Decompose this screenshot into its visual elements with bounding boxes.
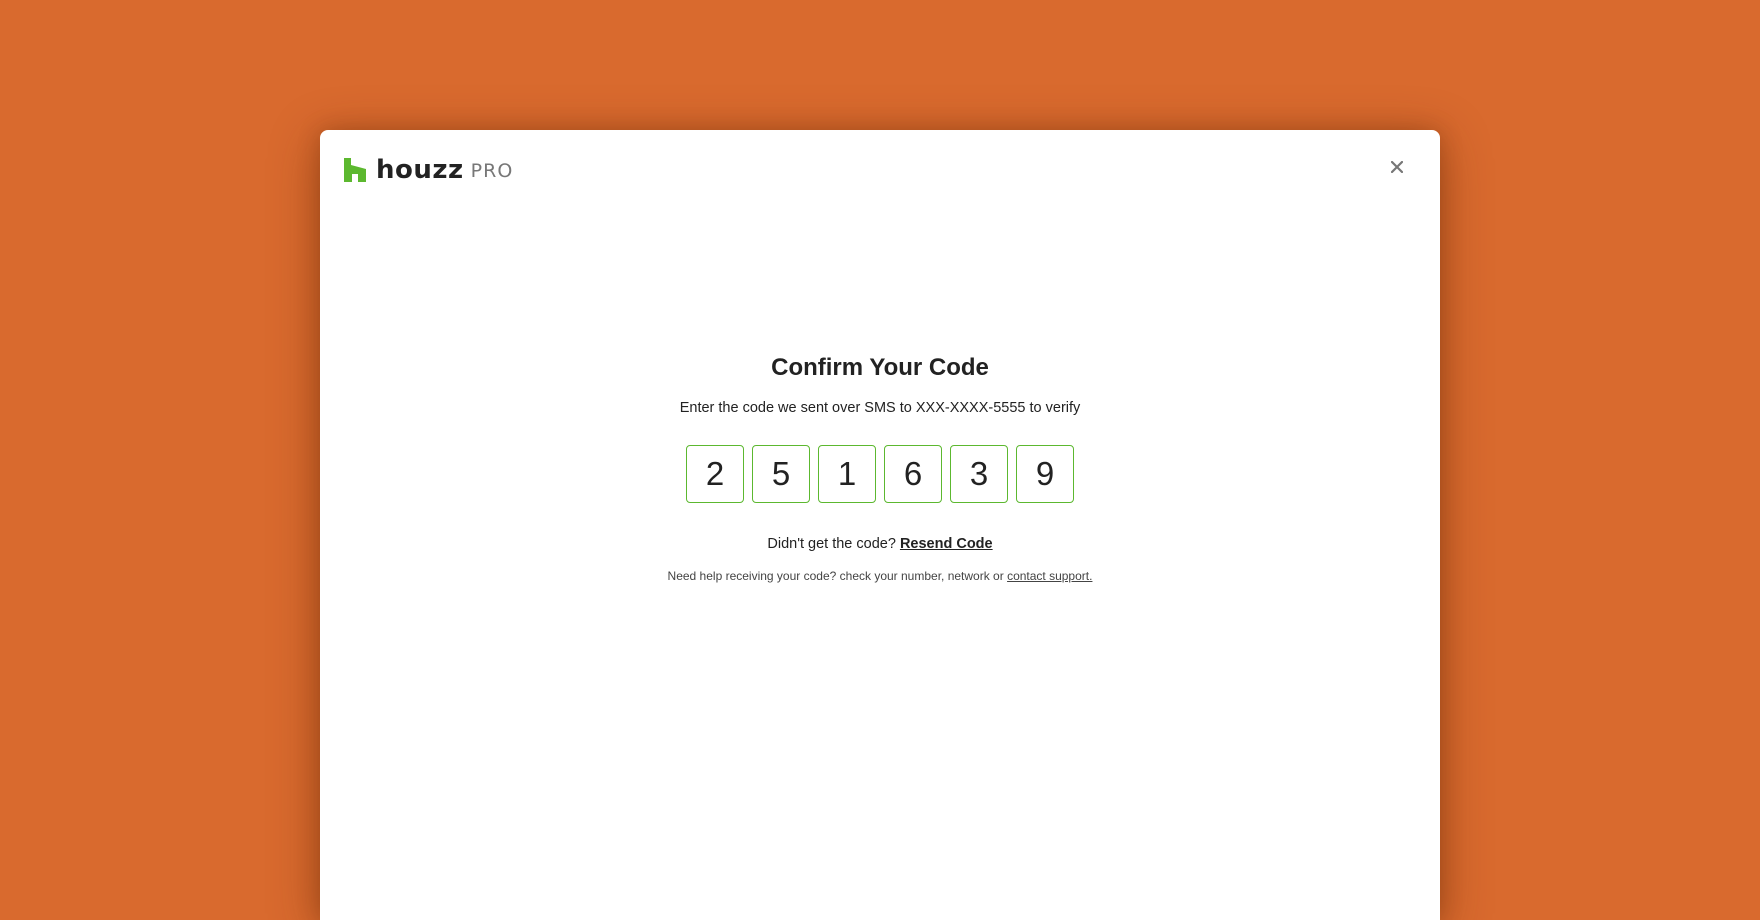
houzz-logo-icon xyxy=(344,158,366,182)
close-icon xyxy=(1391,161,1403,173)
code-digit-6[interactable]: 9 xyxy=(1016,445,1074,503)
resend-row: Didn't get the code? Resend Code xyxy=(320,534,1440,554)
code-digit-3[interactable]: 1 xyxy=(818,445,876,503)
instructions-text: Enter the code we sent over SMS to XXX-X… xyxy=(679,400,1081,416)
code-digit-1[interactable]: 2 xyxy=(686,445,744,503)
code-digit-5[interactable]: 3 xyxy=(950,445,1008,503)
verification-modal: houzz PRO Confirm Your Code Enter the co… xyxy=(320,130,1440,920)
code-digit-2[interactable]: 5 xyxy=(752,445,810,503)
resend-prompt: Didn't get the code? xyxy=(767,536,896,552)
contact-support-link[interactable]: contact support. xyxy=(1007,569,1092,583)
help-row: Need help receiving your code? check you… xyxy=(320,568,1440,584)
verification-content: Confirm Your Code Enter the code we sent… xyxy=(320,353,1440,584)
logo-wordmark: houzz xyxy=(376,155,464,185)
resend-code-link[interactable]: Resend Code xyxy=(900,536,993,552)
logo-pro-suffix: PRO xyxy=(470,160,514,182)
code-digit-4[interactable]: 6 xyxy=(884,445,942,503)
houzz-pro-logo: houzz PRO xyxy=(344,154,514,185)
close-button[interactable] xyxy=(1384,154,1410,180)
code-input-group: 2 5 1 6 3 9 xyxy=(320,445,1440,503)
help-text: Need help receiving your code? check you… xyxy=(667,569,1004,583)
page-title: Confirm Your Code xyxy=(771,354,989,381)
